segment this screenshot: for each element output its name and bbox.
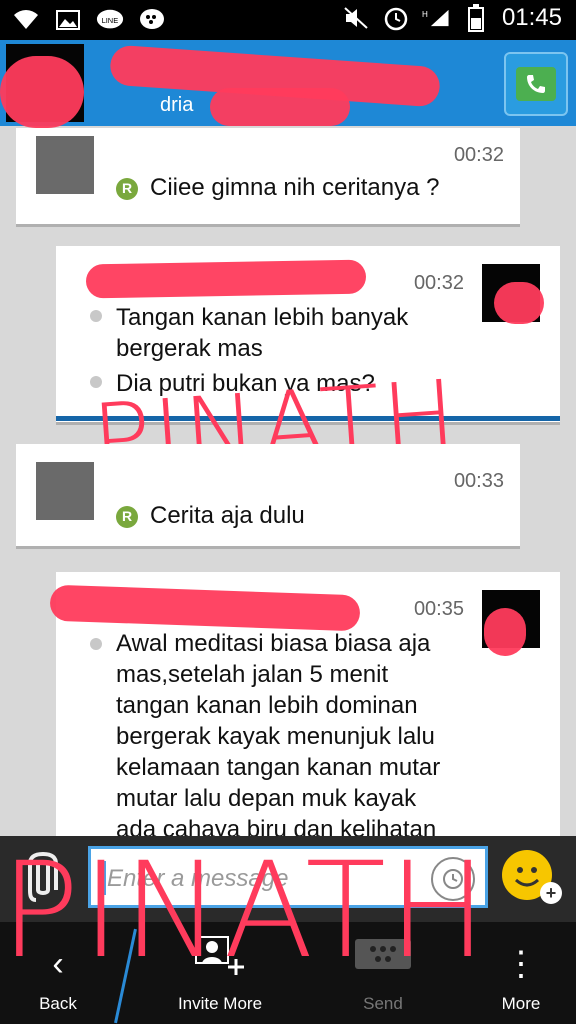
overlay-scribble-text: PINATH [0, 834, 490, 988]
chat-header: dria [0, 40, 576, 128]
message-time: 00:33 [453, 470, 504, 492]
message-bubble-outgoing[interactable]: 00:35 Awal meditasi biasa biasa aja mas,… [49, 572, 560, 843]
phone-icon [516, 67, 556, 101]
redaction-scribble [49, 584, 361, 632]
svg-text:LINE: LINE [102, 16, 119, 25]
battery-icon [462, 4, 490, 32]
redaction-scribble [494, 282, 544, 324]
back-label: Back [39, 994, 77, 1013]
add-emoji-icon: + [540, 882, 562, 904]
alarm-icon [382, 4, 410, 32]
bbm-icon [138, 6, 166, 34]
redaction-scribble [0, 56, 84, 128]
read-status-icon: R [116, 505, 138, 528]
message-text: bergerak mas [116, 335, 263, 362]
redaction-scribble [484, 608, 526, 656]
line-icon: LINE [96, 6, 124, 34]
message-time: 00:35 [413, 598, 464, 620]
message-text: R Cerita aja dulu [116, 500, 305, 531]
read-status-icon: R [116, 177, 138, 200]
svg-text:H: H [422, 10, 428, 19]
voice-call-button[interactable] [504, 52, 568, 116]
mute-icon [342, 4, 370, 32]
sender-avatar [36, 462, 94, 520]
message-text: Tangan kanan lebih banyak [116, 304, 409, 331]
signal-icon: H [422, 4, 450, 32]
bullet-icon [90, 638, 102, 650]
invite-more-label: Invite More [177, 994, 263, 1013]
message-text: Awal meditasi biasa biasa aja [116, 630, 431, 657]
status-time: 01:45 [501, 4, 562, 31]
message-bubble-incoming[interactable]: 00:32 R Ciiee gimna nih ceritanya ? [16, 128, 520, 224]
message-text: mas,setelah jalan 5 menit [116, 661, 389, 688]
message-text: mutar lalu depan muk kayak [116, 785, 417, 812]
contact-status: dria [160, 94, 194, 116]
send-label: Send [363, 994, 403, 1013]
message-time: 00:32 [413, 272, 464, 294]
message-text: tangan kanan lebih dominan [116, 692, 418, 719]
more-vertical-icon: ⋮ [504, 945, 538, 983]
sender-avatar [36, 136, 94, 194]
bullet-icon [90, 310, 102, 322]
message-text: kelamaan tangan kanan mutar [116, 754, 441, 781]
message-text: bergerak kayak menunjuk lalu [116, 723, 435, 750]
more-label: More [501, 994, 541, 1013]
image-icon [54, 6, 82, 34]
wifi-icon [12, 6, 40, 34]
status-bar: LINE H 01:45 [0, 0, 576, 40]
redaction-scribble [85, 259, 367, 299]
message-time: 00:32 [453, 144, 504, 166]
message-bubble-incoming[interactable]: 00:33 R Cerita aja dulu [16, 444, 520, 546]
message-text: R Ciiee gimna nih ceritanya ? [116, 172, 440, 203]
redaction-scribble [210, 88, 350, 126]
